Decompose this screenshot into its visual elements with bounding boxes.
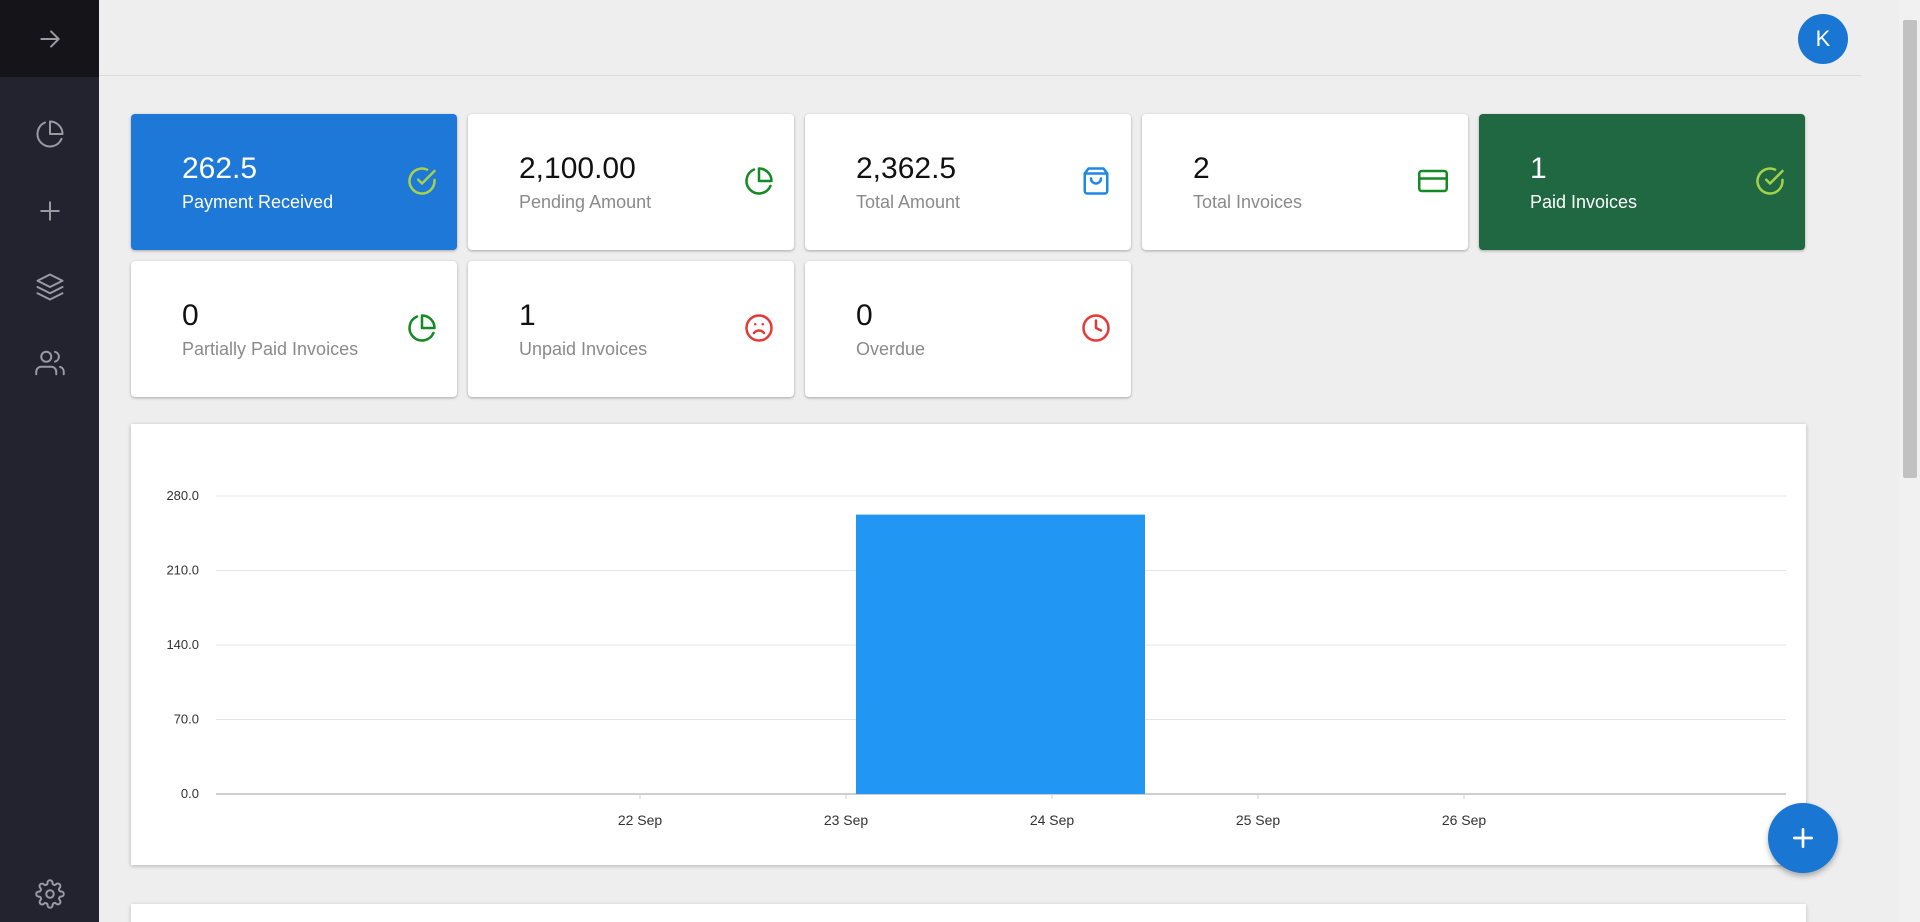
card-value: 1 — [519, 299, 536, 332]
plus-icon — [39, 201, 60, 221]
card-value: 262.5 — [182, 152, 258, 185]
card-label: Unpaid Invoices — [519, 339, 648, 359]
card-label: Total Invoices — [1193, 192, 1303, 212]
pie-chart-icon — [744, 166, 774, 196]
shopping-bag-icon — [1081, 166, 1111, 196]
card-total-amount[interactable]: 2,362.5 Total Amount — [805, 114, 1131, 250]
scrollbar-thumb[interactable] — [1903, 20, 1917, 478]
card-value: 1 — [1530, 152, 1547, 185]
card-overdue[interactable]: 0 Overdue — [805, 261, 1131, 397]
x-tick-label: 25 Sep — [1236, 812, 1281, 828]
y-tick-label: 140.0 — [166, 637, 199, 652]
card-label: Partially Paid Invoices — [182, 339, 359, 359]
card-paid-invoices[interactable]: 1 Paid Invoices — [1479, 114, 1805, 250]
plus-icon — [1792, 827, 1814, 849]
users-icon — [34, 350, 65, 376]
x-tick-label: 22 Sep — [618, 812, 663, 828]
card-label: Paid Invoices — [1530, 192, 1638, 212]
card-pending-amount[interactable]: 2,100.00 Pending Amount — [468, 114, 794, 250]
arrow-right-icon — [39, 29, 60, 48]
card-value: 2,100.00 — [519, 152, 636, 185]
payments-chart-panel: 0.0 70.0 140.0 210.0 280.0 22 Sep 23 Sep 24 Sep… — [131, 424, 1806, 865]
card-unpaid-invoices[interactable]: 1 Unpaid Invoices — [468, 261, 794, 397]
clock-icon — [1081, 313, 1111, 343]
avatar[interactable]: K — [1798, 14, 1848, 64]
invoices-panel — [131, 904, 1806, 922]
chart-bar — [856, 514, 1145, 794]
pie-chart-icon — [36, 120, 63, 148]
y-tick-label: 70.0 — [174, 712, 199, 727]
x-tick-label: 23 Sep — [824, 812, 869, 828]
add-invoice-button[interactable] — [1768, 803, 1838, 873]
credit-card-icon — [1418, 166, 1448, 196]
check-circle-icon — [407, 166, 437, 196]
sidebar-item-add[interactable] — [0, 181, 99, 241]
card-label: Pending Amount — [519, 192, 652, 212]
x-tick-label: 26 Sep — [1442, 812, 1487, 828]
card-label: Total Amount — [856, 192, 961, 212]
sidebar-item-settings[interactable] — [0, 864, 99, 922]
card-payment-received[interactable]: 262.5 Payment Received — [131, 114, 457, 250]
pie-chart-icon — [407, 313, 437, 343]
card-partially-paid-invoices[interactable]: 0 Partially Paid Invoices — [131, 261, 457, 397]
sidebar-item-invoices[interactable] — [0, 257, 99, 317]
top-header — [99, 0, 1861, 76]
y-tick-label: 280.0 — [166, 488, 199, 503]
card-value: 2,362.5 — [856, 152, 957, 185]
y-tick-label: 0.0 — [181, 786, 199, 801]
card-value: 0 — [856, 299, 873, 332]
card-value: 0 — [182, 299, 199, 332]
sidebar-item-clients[interactable] — [0, 333, 99, 393]
sidebar-toggle-button[interactable] — [0, 0, 99, 77]
card-label: Payment Received — [182, 192, 334, 212]
card-total-invoices[interactable]: 2 Total Invoices — [1142, 114, 1468, 250]
gear-icon — [34, 879, 65, 909]
sad-face-icon — [744, 313, 774, 343]
sidebar-item-dashboard[interactable] — [0, 104, 99, 164]
y-tick-label: 210.0 — [166, 563, 199, 578]
x-tick-label: 24 Sep — [1030, 812, 1075, 828]
card-value: 2 — [1193, 152, 1210, 185]
payments-bar-chart: 0.0 70.0 140.0 210.0 280.0 22 Sep 23 Sep 24 Sep… — [166, 488, 1786, 828]
sidebar — [0, 0, 99, 922]
check-circle-icon — [1755, 166, 1785, 196]
layers-icon — [36, 273, 63, 301]
card-label: Overdue — [856, 339, 926, 359]
